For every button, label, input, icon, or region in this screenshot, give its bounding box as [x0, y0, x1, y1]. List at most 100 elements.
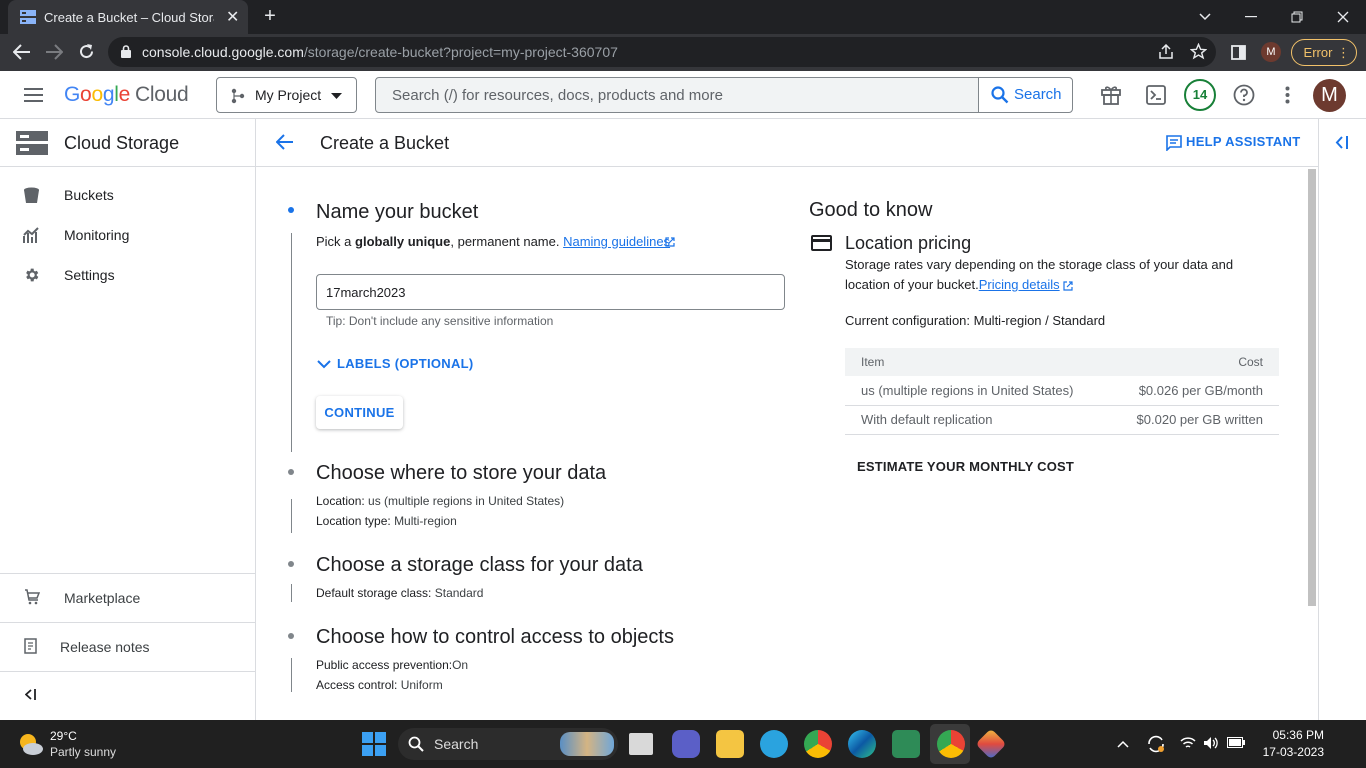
search-icon	[408, 736, 424, 752]
sidebar-item-settings[interactable]: Settings	[0, 255, 255, 295]
browser-toolbar: console.cloud.google.com/storage/create-…	[0, 34, 1366, 71]
sidebar-item-buckets[interactable]: Buckets	[0, 175, 255, 215]
chat-icon	[1166, 135, 1182, 151]
sidebar-item-label: Marketplace	[64, 590, 141, 606]
external-link-icon[interactable]	[665, 237, 675, 247]
browser-menu-icon[interactable]: ⋮	[1337, 40, 1350, 65]
project-name: My Project	[255, 87, 322, 103]
expand-panel-icon[interactable]	[1335, 136, 1349, 149]
more-options-icon[interactable]	[1285, 86, 1290, 104]
taskbar-date[interactable]: 17-03-2023	[1258, 745, 1324, 759]
windows-taskbar: 29°C Partly sunny Search 05:36 PM 17-03-…	[0, 720, 1366, 768]
external-link-icon[interactable]	[1063, 281, 1073, 291]
help-icon[interactable]	[1233, 84, 1255, 106]
tab-search-chevron-icon[interactable]	[1182, 0, 1228, 34]
search-button[interactable]: Search	[978, 78, 1072, 112]
chevron-down-icon[interactable]	[317, 360, 331, 369]
step2-heading[interactable]: Choose where to store your data	[316, 462, 606, 485]
bookmark-star-icon[interactable]	[1190, 43, 1207, 60]
step3-heading[interactable]: Choose a storage class for your data	[316, 554, 643, 577]
scrollbar-thumb[interactable]	[1308, 169, 1316, 606]
lock-icon[interactable]	[121, 45, 131, 58]
taskbar-search-label: Search	[434, 736, 479, 752]
new-tab-button[interactable]: +	[258, 6, 282, 28]
notifications-badge[interactable]: 14	[1184, 79, 1216, 111]
right-side-panel	[1318, 119, 1366, 720]
cloud-shell-icon[interactable]	[1146, 85, 1166, 105]
step-line	[291, 499, 292, 533]
cart-icon	[25, 589, 40, 605]
battery-icon[interactable]	[1227, 737, 1245, 748]
back-arrow-icon[interactable]	[13, 44, 31, 60]
sync-icon[interactable]	[1146, 734, 1166, 754]
minimize-button[interactable]	[1228, 0, 1274, 34]
step1-description: Pick a globally unique, permanent name. …	[316, 234, 671, 249]
wifi-icon[interactable]	[1180, 736, 1196, 750]
weather-description: Partly sunny	[50, 745, 117, 759]
sidebar-item-monitoring[interactable]: Monitoring	[0, 215, 255, 255]
current-configuration: Current configuration: Multi-region / St…	[845, 313, 1106, 328]
estimate-cost-button[interactable]: ESTIMATE YOUR MONTHLY COST	[857, 459, 1074, 474]
sidebar-item-marketplace[interactable]: Marketplace	[0, 578, 255, 618]
dropdown-caret-icon	[331, 93, 342, 99]
project-hierarchy-icon	[231, 88, 245, 104]
restore-button[interactable]	[1274, 0, 1320, 34]
table-row: With default replication $0.020 per GB w…	[845, 405, 1279, 435]
pricing-table: Item Cost us (multiple regions in United…	[845, 348, 1279, 435]
google-cloud-logo[interactable]: Google Cloud	[64, 83, 189, 107]
windows-start-icon[interactable]	[362, 732, 386, 756]
table-cell: us (multiple regions in United States)	[845, 376, 1109, 406]
back-arrow-icon[interactable]	[276, 134, 293, 150]
continue-button[interactable]: CONTINUE	[316, 396, 403, 429]
collapse-nav-icon[interactable]	[25, 689, 37, 700]
task-view-icon[interactable]	[629, 733, 653, 755]
chevron-up-icon[interactable]	[1117, 740, 1129, 748]
meet-app-icon[interactable]	[892, 730, 920, 758]
good-to-know-title: Good to know	[809, 199, 933, 221]
telegram-icon[interactable]	[760, 730, 788, 758]
weather-partly-sunny-icon[interactable]	[16, 730, 44, 758]
chrome-icon[interactable]	[804, 730, 832, 758]
forward-arrow-icon[interactable]	[45, 44, 63, 60]
location-type-summary: Location type: Multi-region	[316, 514, 457, 528]
sidebar-item-release-notes[interactable]: Release notes	[0, 627, 255, 667]
browser-error-button[interactable]: Error ⋮	[1291, 39, 1357, 66]
product-header: Cloud Storage	[0, 119, 256, 167]
search-highlight-image	[560, 732, 614, 756]
step4-heading[interactable]: Choose how to control access to objects	[316, 626, 674, 649]
sidebar-item-label: Settings	[64, 267, 115, 283]
table-cell: With default replication	[845, 405, 1109, 435]
step1-heading: Name your bucket	[316, 201, 479, 223]
share-icon[interactable]	[1158, 44, 1174, 60]
monitoring-icon	[23, 227, 39, 243]
address-bar[interactable]: console.cloud.google.com/storage/create-…	[108, 37, 1216, 67]
gift-icon[interactable]	[1101, 84, 1121, 105]
taskbar-time[interactable]: 05:36 PM	[1262, 728, 1324, 742]
browser-profile-avatar[interactable]: M	[1261, 42, 1281, 62]
bucket-name-input[interactable]	[316, 274, 785, 310]
labels-optional-button[interactable]: LABELS (OPTIONAL)	[337, 356, 474, 371]
nav-divider	[0, 671, 255, 672]
hamburger-menu-icon[interactable]	[24, 88, 43, 102]
teams-chat-icon[interactable]	[672, 730, 700, 758]
browser-tab-active[interactable]: Create a Bucket – Cloud Storage ✕	[8, 0, 248, 34]
help-assistant-button[interactable]: HELP ASSISTANT	[1186, 134, 1300, 149]
reload-icon[interactable]	[78, 43, 95, 60]
naming-guidelines-link[interactable]: Naming guidelines	[563, 234, 670, 249]
account-avatar[interactable]: M	[1313, 79, 1346, 112]
column-header-cost: Cost	[1108, 348, 1279, 376]
edge-icon[interactable]	[848, 730, 876, 758]
tab-close-icon[interactable]: ✕	[226, 7, 239, 27]
git-app-icon[interactable]	[975, 728, 1007, 760]
file-explorer-icon[interactable]	[716, 730, 744, 758]
pricing-details-link[interactable]: Pricing details	[979, 277, 1060, 292]
close-window-button[interactable]	[1320, 0, 1366, 34]
project-selector[interactable]: My Project	[216, 77, 357, 113]
console-search-field[interactable]: Search (/) for resources, docs, products…	[375, 77, 1073, 113]
volume-icon[interactable]	[1203, 736, 1219, 750]
side-panel-icon[interactable]	[1231, 45, 1246, 60]
nav-divider	[0, 573, 255, 574]
taskbar-search[interactable]: Search	[398, 728, 618, 760]
chrome-profile-icon[interactable]	[937, 730, 965, 758]
pricing-description: Storage rates vary depending on the stor…	[845, 257, 1234, 292]
